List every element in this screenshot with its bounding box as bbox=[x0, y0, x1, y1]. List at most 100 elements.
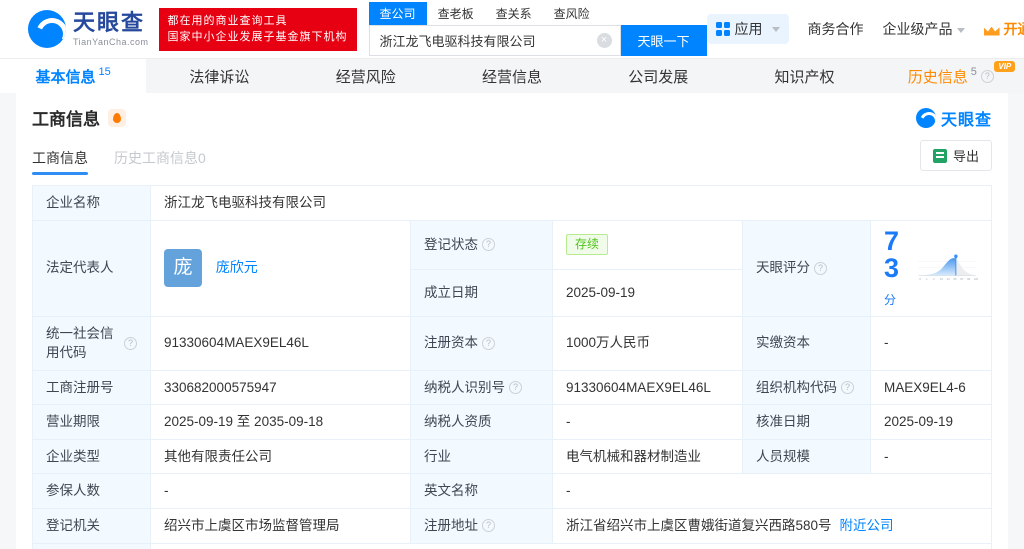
field-label: 实缴资本 bbox=[742, 315, 871, 371]
help-icon[interactable]: ? bbox=[482, 336, 495, 350]
field-value: - bbox=[870, 438, 992, 475]
svg-text:99: 99 bbox=[967, 277, 970, 281]
nav-tab-count: 15 bbox=[98, 66, 111, 78]
logo-domain: TianYanCha.com bbox=[73, 36, 149, 47]
export-label: 导出 bbox=[952, 149, 979, 164]
nearby-companies-link[interactable]: 附近公司 bbox=[840, 518, 894, 533]
field-value: 2025-09-19 bbox=[870, 404, 992, 440]
table-row: 企业类型 其他有限责任公司 行业 电气机械和器材制造业 人员规模 - bbox=[32, 438, 992, 475]
field-value: 电气机械和器材制造业 bbox=[552, 438, 743, 475]
svg-text:15: 15 bbox=[940, 277, 943, 281]
reg-status-label: 登记状态? bbox=[410, 219, 553, 270]
company-nav-tabs: 基本信息 15 法律诉讼 经营风险 经营信息 公司发展 知识产权 历史信息 5? VIP bbox=[0, 58, 1024, 93]
tianyancha-logo[interactable]: 天眼查 TianYanCha.com bbox=[28, 10, 149, 48]
field-value: MAEX9EL4-6 bbox=[870, 369, 992, 406]
logo-title: 天眼查 bbox=[73, 9, 146, 35]
field-label: 企业类型 bbox=[32, 438, 151, 475]
brand-name: 天眼查 bbox=[940, 111, 992, 129]
nav-tab-知识产权[interactable]: 知识产权 bbox=[731, 59, 877, 93]
page-background: 工商信息 天眼查 工商信息 历史工商信息0 导出 企业名称 浙江龙飞电驱科技有限公… bbox=[0, 93, 1024, 549]
sub-tabs: 工商信息 历史工商信息0 bbox=[32, 148, 232, 175]
promo-banner: 都在用的商业查询工具 国家中小企业发展子基金旗下机构 bbox=[158, 7, 357, 51]
sub-tab-历史工商信息0[interactable]: 历史工商信息0 bbox=[114, 148, 206, 175]
field-label: 纳税人资质 bbox=[410, 404, 553, 440]
field-value: 330682000575947 bbox=[150, 369, 411, 406]
apps-label: 应用 bbox=[734, 21, 763, 37]
field-value: - bbox=[552, 404, 743, 440]
menu-enterprise[interactable]: 企业级产品 bbox=[883, 19, 965, 39]
established-label: 成立日期 bbox=[410, 268, 553, 317]
legal-rep-label: 法定代表人 bbox=[32, 219, 151, 317]
promo-line-2: 国家中小企业发展子基金旗下机构 bbox=[167, 31, 348, 43]
nav-tab-法律诉讼[interactable]: 法律诉讼 bbox=[146, 59, 292, 93]
svg-text:1: 1 bbox=[926, 277, 928, 281]
field-value: 1000万人民币 bbox=[552, 315, 743, 371]
search-button[interactable]: 天眼一下 bbox=[620, 25, 707, 56]
field-label: 行业 bbox=[410, 438, 553, 475]
sub-tab-工商信息[interactable]: 工商信息 bbox=[32, 148, 88, 175]
top-header: 天眼查 TianYanCha.com 都在用的商业查询工具 国家中小企业发展子基… bbox=[0, 0, 1024, 58]
svg-text:44: 44 bbox=[946, 277, 949, 281]
export-button[interactable]: 导出 bbox=[919, 140, 992, 171]
nav-tab-公司发展[interactable]: 公司发展 bbox=[585, 59, 731, 93]
chevron-down-icon bbox=[956, 27, 965, 33]
nav-tab-label: 法律诉讼 bbox=[189, 68, 250, 86]
brand-watermark: 天眼查 bbox=[915, 106, 992, 130]
nav-tab-经营风险[interactable]: 经营风险 bbox=[293, 59, 439, 93]
search-tab-查公司[interactable]: 查公司 bbox=[368, 2, 427, 25]
avatar[interactable]: 庞 bbox=[164, 249, 202, 288]
vip-badge: VIP bbox=[994, 61, 1016, 72]
field-label: 组织机构代码? bbox=[742, 369, 871, 406]
menu-cooperation[interactable]: 商务合作 bbox=[808, 19, 864, 39]
search-box: × bbox=[368, 25, 621, 56]
table-row: 参保人数 - 英文名称 - bbox=[32, 473, 992, 509]
clear-search-icon[interactable]: × bbox=[596, 33, 612, 48]
nav-tab-label: 经营信息 bbox=[481, 68, 542, 86]
help-icon[interactable]: ? bbox=[482, 519, 495, 533]
section-title: 工商信息 bbox=[32, 110, 100, 129]
table-row: 营业期限 2025-09-19 至 2035-09-18 纳税人资质 - 核准日期 202… bbox=[32, 404, 992, 440]
help-icon[interactable]: ? bbox=[124, 336, 137, 350]
help-icon[interactable]: ? bbox=[814, 261, 827, 275]
table-row: 工商注册号 330682000575947 纳税人识别号? 91330604MAEX9… bbox=[32, 369, 992, 406]
score-label: 天眼评分? bbox=[742, 219, 871, 317]
field-label: 营业期限 bbox=[32, 404, 151, 440]
apps-menu[interactable]: 应用 bbox=[706, 14, 789, 44]
promo-line-1: 都在用的商业查询工具 bbox=[167, 14, 288, 27]
score-cell[interactable]: 73分 0 1 3 15 44 65 87 99 100 bbox=[870, 219, 992, 317]
svg-text:0: 0 bbox=[919, 277, 921, 281]
svg-text:87: 87 bbox=[960, 277, 963, 281]
field-label: 工商注册号 bbox=[32, 369, 151, 406]
nav-tab-经营信息[interactable]: 经营信息 bbox=[439, 59, 585, 93]
legal-rep-link[interactable]: 庞欣元 bbox=[216, 259, 258, 275]
field-value: 91330604MAEX9EL46L bbox=[552, 369, 743, 406]
business-scope-value: 一般项目：技术服务、技术开发、技术咨询、技术交流、技术转让、技术推广；工程和技术… bbox=[150, 542, 992, 549]
nav-tab-基本信息[interactable]: 基本信息 15 bbox=[0, 59, 147, 93]
nav-tab-label: 基本信息 bbox=[35, 68, 96, 86]
table-row: 企业名称 浙江龙飞电驱科技有限公司 bbox=[32, 185, 992, 221]
help-icon[interactable]: ? bbox=[482, 238, 495, 252]
help-icon[interactable]: ? bbox=[841, 380, 854, 394]
nav-tab-label: 历史信息 bbox=[907, 68, 968, 86]
logo-icon bbox=[915, 107, 936, 128]
field-value: 其他有限责任公司 bbox=[150, 438, 411, 475]
company-name-value: 浙江龙飞电驱科技有限公司 bbox=[150, 185, 992, 221]
score-value: 73 bbox=[884, 225, 900, 283]
legal-rep-cell: 庞 庞欣元 bbox=[150, 219, 411, 317]
nav-tab-label: 经营风险 bbox=[335, 68, 396, 86]
help-icon[interactable]: ? bbox=[980, 69, 994, 83]
field-label: 注册地址? bbox=[410, 507, 553, 544]
hot-flame-icon bbox=[108, 108, 126, 127]
nav-tab-label: 公司发展 bbox=[628, 68, 689, 86]
table-row: 法定代表人 庞 庞欣元 登记状态? 存续 天眼评分? 73分 0 1 3 15 … bbox=[32, 219, 992, 317]
field-label: 登记机关 bbox=[32, 507, 151, 544]
search-tab-查老板[interactable]: 查老板 bbox=[427, 2, 485, 25]
field-value: - bbox=[150, 473, 411, 509]
table-row: 统一社会信用代码? 91330604MAEX9EL46L 注册资本? 1000万人民币… bbox=[32, 315, 992, 371]
search-input[interactable] bbox=[379, 33, 597, 48]
help-icon[interactable]: ? bbox=[509, 380, 522, 394]
nav-tab-历史信息[interactable]: 历史信息 5? VIP bbox=[878, 59, 1024, 93]
search-tab-查风险[interactable]: 查风险 bbox=[543, 2, 601, 25]
search-tab-查关系[interactable]: 查关系 bbox=[485, 2, 543, 25]
open-vip-button[interactable]: 开通会员 bbox=[984, 19, 1024, 39]
